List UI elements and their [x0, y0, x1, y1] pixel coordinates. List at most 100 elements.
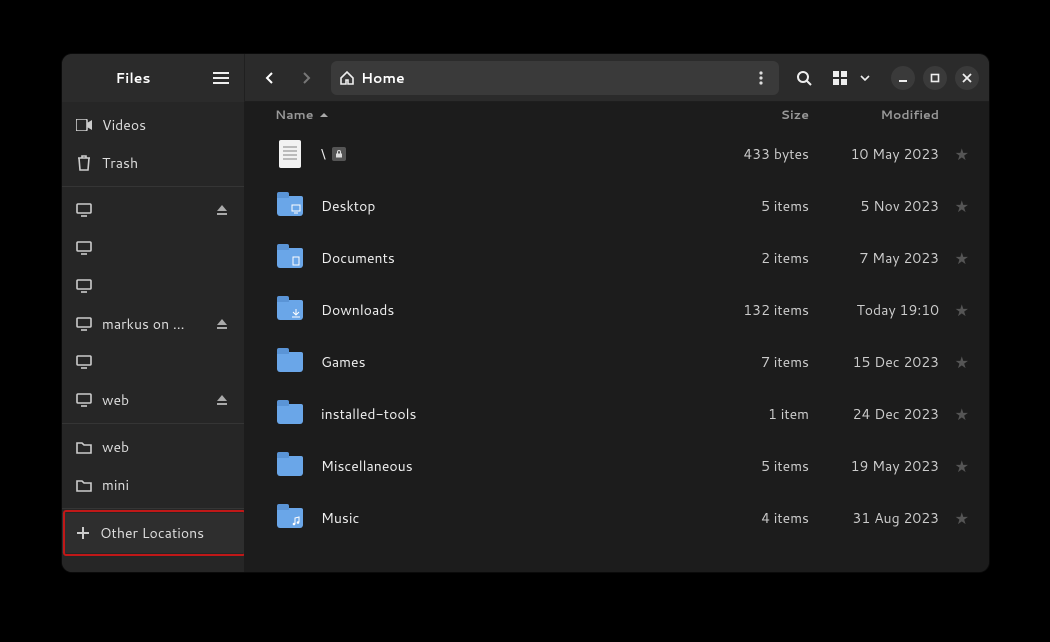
- sidebar-menu-button[interactable]: [204, 61, 238, 95]
- star-button[interactable]: ★: [939, 351, 969, 374]
- folder-icon: [277, 404, 303, 424]
- file-name: Games: [321, 352, 719, 372]
- star-button[interactable]: ★: [939, 195, 969, 218]
- sidebar-item[interactable]: [62, 191, 244, 229]
- sidebar-item[interactable]: mini: [62, 466, 244, 504]
- sidebar: Videos Trash markus on … web web mini Other…: [62, 102, 245, 572]
- computer-icon: [76, 317, 92, 331]
- sidebar-item[interactable]: Videos: [62, 106, 244, 144]
- sidebar-item-label: Videos: [102, 115, 230, 135]
- file-icon: [279, 140, 301, 168]
- sidebar-item[interactable]: web: [62, 381, 244, 419]
- minimize-button[interactable]: [891, 66, 915, 90]
- file-name: Desktop: [321, 196, 719, 216]
- view-options-button[interactable]: [855, 63, 875, 93]
- forward-button[interactable]: [291, 63, 321, 93]
- file-row[interactable]: Music4 items31 Aug 2023★: [245, 492, 989, 544]
- computer-icon: [76, 279, 92, 293]
- lock-icon: [332, 147, 346, 161]
- eject-button[interactable]: [214, 318, 230, 330]
- sidebar-item[interactable]: markus on …: [62, 305, 244, 343]
- kebab-icon: [759, 71, 763, 85]
- eject-button[interactable]: [214, 204, 230, 216]
- file-row[interactable]: Downloads132 itemsToday 19:10★: [245, 284, 989, 336]
- file-size: 7 items: [719, 352, 809, 372]
- grid-view-button[interactable]: [825, 63, 855, 93]
- sidebar-separator: [62, 508, 244, 509]
- file-size: 1 item: [719, 404, 809, 424]
- titlebar: Files Home: [62, 54, 989, 102]
- file-size: 5 items: [719, 456, 809, 476]
- back-button[interactable]: [255, 63, 285, 93]
- folder-icon: [277, 508, 303, 528]
- plus-icon: [76, 526, 90, 540]
- file-row[interactable]: Desktop5 items5 Nov 2023★: [245, 180, 989, 232]
- minimize-icon: [898, 73, 908, 83]
- file-size: 132 items: [719, 300, 809, 320]
- sidebar-item-label: Trash: [102, 153, 230, 173]
- sidebar-item[interactable]: [62, 229, 244, 267]
- star-button[interactable]: ★: [939, 455, 969, 478]
- path-bar[interactable]: Home: [331, 61, 779, 95]
- maximize-button[interactable]: [923, 66, 947, 90]
- folder-icon: [277, 248, 303, 268]
- search-icon: [796, 70, 812, 86]
- file-row[interactable]: \ 433 bytes10 May 2023★: [245, 128, 989, 180]
- file-row[interactable]: Games7 items 15 Dec 2023★: [245, 336, 989, 388]
- sidebar-separator: [62, 186, 244, 187]
- window-controls: [891, 66, 979, 90]
- videos-icon: [76, 119, 92, 131]
- eject-button[interactable]: [214, 394, 230, 406]
- close-button[interactable]: [955, 66, 979, 90]
- star-button[interactable]: ★: [939, 507, 969, 530]
- file-modified: 24 Dec 2023: [819, 404, 939, 424]
- grid-icon: [833, 71, 847, 85]
- file-row[interactable]: Miscellaneous5 items 19 May 2023★: [245, 440, 989, 492]
- file-modified: 19 May 2023: [819, 456, 939, 476]
- content-area: Name Size Modified \ 433 bytes10 May 202…: [245, 102, 989, 572]
- folder-icon: [277, 196, 303, 216]
- computer-icon: [76, 203, 92, 217]
- folder-icon: [277, 352, 303, 372]
- column-headers: Name Size Modified: [245, 102, 989, 128]
- column-size[interactable]: Size: [719, 106, 809, 124]
- star-button[interactable]: ★: [939, 403, 969, 426]
- other-locations-button[interactable]: Other Locations: [62, 513, 244, 553]
- folder-icon: [76, 479, 92, 492]
- file-modified: 10 May 2023: [819, 144, 939, 164]
- folder-icon: [277, 456, 303, 476]
- toolbar: Home: [245, 61, 989, 95]
- folder-icon: [277, 300, 303, 320]
- file-size: 4 items: [719, 508, 809, 528]
- column-modified[interactable]: Modified: [819, 106, 939, 124]
- star-button[interactable]: ★: [939, 143, 969, 166]
- sidebar-item-label: web: [102, 437, 230, 457]
- sidebar-item-label: markus on …: [102, 314, 204, 334]
- sort-ascending-icon: [319, 111, 329, 119]
- chevron-right-icon: [300, 72, 312, 84]
- file-row[interactable]: installed-tools1 item24 Dec 2023★: [245, 388, 989, 440]
- sidebar-item[interactable]: Trash: [62, 144, 244, 182]
- file-name: Miscellaneous: [321, 456, 719, 476]
- chevron-down-icon: [860, 75, 870, 81]
- folder-icon: [76, 441, 92, 454]
- sidebar-header: Files: [62, 54, 245, 102]
- file-list: \ 433 bytes10 May 2023★Desktop5 items5 N…: [245, 128, 989, 572]
- file-name: Downloads: [321, 300, 719, 320]
- star-button[interactable]: ★: [939, 247, 969, 270]
- search-button[interactable]: [789, 63, 819, 93]
- sidebar-item[interactable]: web: [62, 428, 244, 466]
- file-row[interactable]: Documents2 items7 May 2023★: [245, 232, 989, 284]
- file-name: \: [321, 144, 719, 164]
- trash-icon: [76, 155, 92, 171]
- file-size: 2 items: [719, 248, 809, 268]
- sidebar-item[interactable]: [62, 267, 244, 305]
- star-button[interactable]: ★: [939, 299, 969, 322]
- column-name[interactable]: Name: [275, 106, 719, 124]
- path-location: Home: [361, 68, 405, 88]
- path-menu-button[interactable]: [751, 71, 771, 85]
- sidebar-item[interactable]: [62, 343, 244, 381]
- file-name: Documents: [321, 248, 719, 268]
- file-modified: 15 Dec 2023: [819, 352, 939, 372]
- file-modified: 5 Nov 2023: [819, 196, 939, 216]
